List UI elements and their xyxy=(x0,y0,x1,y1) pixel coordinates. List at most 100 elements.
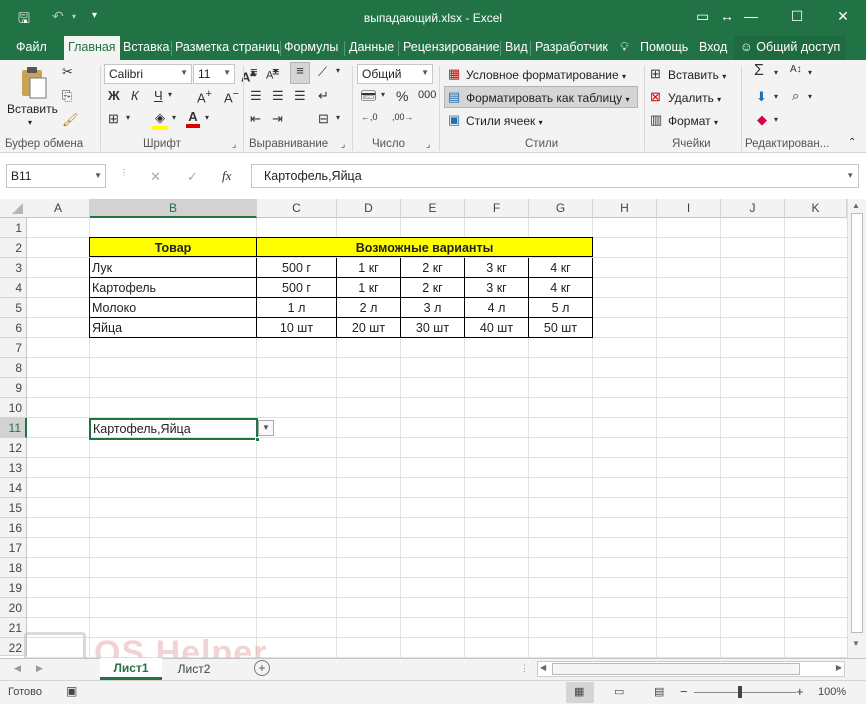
value-cell[interactable]: 20 шт xyxy=(337,318,401,338)
decrease-font-size-icon[interactable]: A− xyxy=(224,88,239,105)
row-label-cell[interactable]: Лук xyxy=(89,258,257,278)
delete-cells-button[interactable]: Удалить ▾ xyxy=(668,91,721,105)
sheet-tab-2[interactable]: Лист2 xyxy=(166,659,222,679)
dialog-launcher-icon[interactable]: ⌟ xyxy=(426,139,430,150)
row-header-13[interactable]: 13 xyxy=(0,458,27,478)
tab-developer[interactable]: Разработчик xyxy=(535,40,608,54)
row-header-15[interactable]: 15 xyxy=(0,498,27,518)
normal-view-icon[interactable]: ▦ xyxy=(566,682,594,703)
wrap-text-icon[interactable]: ↵ xyxy=(318,88,329,104)
row-header-8[interactable]: 8 xyxy=(0,358,27,378)
orientation-dropdown-icon[interactable]: ▾ xyxy=(336,66,340,75)
column-header-c[interactable]: C xyxy=(257,199,337,218)
minimize-button[interactable]: — xyxy=(728,0,774,32)
row-header-5[interactable]: 5 xyxy=(0,298,27,318)
next-sheet-icon[interactable]: ▶ xyxy=(36,663,43,674)
column-header-a[interactable]: A xyxy=(27,199,90,218)
paste-button[interactable]: Вставить xyxy=(7,102,58,116)
value-cell[interactable]: 2 кг xyxy=(401,258,465,278)
column-header-h[interactable]: H xyxy=(593,199,657,218)
row-header-20[interactable]: 20 xyxy=(0,598,27,618)
scroll-up-icon[interactable]: ▲ xyxy=(852,201,860,210)
value-cell[interactable]: 500 г xyxy=(257,258,337,278)
vertical-scrollbar[interactable]: ▲ ▼ xyxy=(847,199,866,658)
fill-dropdown-icon[interactable]: ▾ xyxy=(774,92,778,101)
comma-style-icon[interactable]: 000 xyxy=(418,89,436,101)
tab-formulas[interactable]: Формулы xyxy=(284,40,338,54)
sheet-tab-1[interactable]: Лист1 xyxy=(100,658,162,680)
add-sheet-icon[interactable]: + xyxy=(254,660,270,676)
zoom-slider[interactable] xyxy=(694,692,796,693)
decrease-indent-icon[interactable]: ⇤ xyxy=(250,111,261,127)
zoom-level[interactable]: 100% xyxy=(818,686,846,698)
fill-dropdown-icon[interactable]: ▾ xyxy=(172,113,176,122)
row-header-14[interactable]: 14 xyxy=(0,478,27,498)
fill-handle[interactable] xyxy=(255,437,260,442)
tab-review[interactable]: Рецензирование xyxy=(403,40,500,54)
row-header-12[interactable]: 12 xyxy=(0,438,27,458)
tab-file[interactable]: Файл xyxy=(16,40,47,54)
merge-center-icon[interactable]: ⊟ xyxy=(318,111,329,127)
increase-indent-icon[interactable]: ⇥ xyxy=(272,111,283,127)
currency-icon[interactable]: 💳︎ xyxy=(360,88,377,104)
italic-button[interactable]: К xyxy=(131,88,139,103)
insert-function-button[interactable]: fx xyxy=(222,168,231,184)
tab-help[interactable]: Помощь xyxy=(640,40,688,54)
value-cell[interactable]: 4 кг xyxy=(529,278,593,298)
cell-styles-button[interactable]: Стили ячеек ▾ xyxy=(466,114,543,128)
merge-dropdown-icon[interactable]: ▾ xyxy=(336,113,340,122)
horizontal-scrollbar[interactable]: ◀ ▶ xyxy=(537,661,845,677)
sort-dropdown-icon[interactable]: ▾ xyxy=(808,68,812,77)
column-header-d[interactable]: D xyxy=(337,199,401,218)
value-cell[interactable]: 1 кг xyxy=(337,258,401,278)
tab-page-layout[interactable]: Разметка страниц xyxy=(175,40,279,54)
tab-home[interactable]: Главная xyxy=(64,36,120,60)
row-label-cell[interactable]: Картофель xyxy=(89,278,257,298)
row-label-cell[interactable]: Молоко xyxy=(89,298,257,318)
scroll-thumb[interactable] xyxy=(851,213,863,633)
expand-formula-icon[interactable]: ▾ xyxy=(848,170,853,181)
page-break-view-icon[interactable]: ▤ xyxy=(654,685,664,698)
dialog-launcher-icon[interactable]: ⌟ xyxy=(341,139,345,150)
decrease-decimal-icon[interactable]: ,00→ xyxy=(392,112,414,122)
column-header-g[interactable]: G xyxy=(529,199,593,218)
dropdown-arrow-button[interactable]: ▼ xyxy=(258,420,274,436)
tab-split-icon[interactable]: ⋮ xyxy=(520,663,529,674)
ribbon-display-icon[interactable]: ▭ xyxy=(696,8,709,25)
paste-dropdown-icon[interactable]: ▾ xyxy=(28,118,32,127)
font-color-icon[interactable]: A xyxy=(186,109,200,128)
align-top-icon[interactable]: ≡ xyxy=(250,64,258,79)
column-header-j[interactable]: J xyxy=(721,199,785,218)
borders-icon[interactable]: ⊞ xyxy=(108,111,119,127)
underline-dropdown-icon[interactable]: ▾ xyxy=(168,90,172,99)
share-button[interactable]: ☺ Общий доступ xyxy=(734,36,847,60)
align-right-icon[interactable]: ☰ xyxy=(294,88,306,104)
row-header-17[interactable]: 17 xyxy=(0,538,27,558)
orientation-icon[interactable]: ⟋ xyxy=(318,64,327,80)
scroll-down-icon[interactable]: ▼ xyxy=(852,639,860,648)
collapse-ribbon-icon[interactable]: ⌃ xyxy=(848,137,856,148)
maximize-button[interactable]: ☐ xyxy=(774,0,820,32)
row-header-16[interactable]: 16 xyxy=(0,518,27,538)
row-header-1[interactable]: 1 xyxy=(0,218,27,238)
cut-icon[interactable]: ✂ xyxy=(62,64,73,80)
value-cell[interactable]: 1 л xyxy=(257,298,337,318)
format-cells-button[interactable]: Формат ▾ xyxy=(668,114,718,128)
value-cell[interactable]: 3 л xyxy=(401,298,465,318)
autosum-icon[interactable]: Σ xyxy=(754,62,764,80)
row-header-7[interactable]: 7 xyxy=(0,338,27,358)
row-header-3[interactable]: 3 xyxy=(0,258,27,278)
copy-icon[interactable]: ⎘ xyxy=(62,88,72,104)
align-left-icon[interactable]: ☰ xyxy=(250,88,262,104)
row-header-4[interactable]: 4 xyxy=(0,278,27,298)
format-as-table-button[interactable]: Форматировать как таблицу ▾ xyxy=(466,91,630,105)
column-header-e[interactable]: E xyxy=(401,199,465,218)
align-bottom-icon[interactable]: ≡ xyxy=(290,62,310,84)
row-header-10[interactable]: 10 xyxy=(0,398,27,418)
select-all-button[interactable] xyxy=(0,199,28,218)
clear-dropdown-icon[interactable]: ▾ xyxy=(774,115,778,124)
cancel-button[interactable]: ✕ xyxy=(150,169,161,185)
format-painter-icon[interactable]: 🖌︎ xyxy=(62,112,79,128)
row-header-19[interactable]: 19 xyxy=(0,578,27,598)
font-color-dropdown-icon[interactable]: ▾ xyxy=(205,113,209,122)
